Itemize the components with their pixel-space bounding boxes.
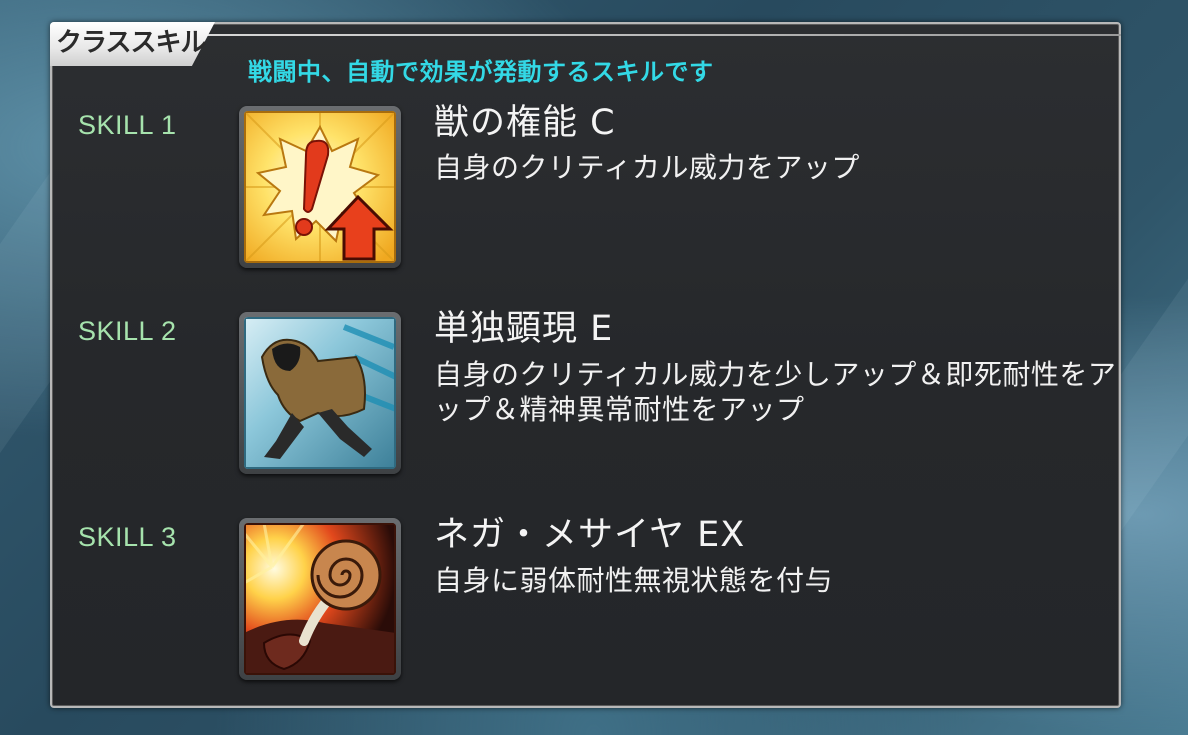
panel-subtitle: 戦闘中、自動で効果が発動するスキルです bbox=[248, 58, 714, 86]
skill-1-description: 自身のクリティカル威力をアップ bbox=[434, 151, 860, 184]
skill-2-icon-frame[interactable] bbox=[239, 312, 401, 474]
critical-up-icon bbox=[244, 111, 396, 263]
skill-3-icon-frame[interactable] bbox=[239, 518, 401, 680]
skill-2-description: 自身のクリティカル威力を少しアップ＆即死耐性をアップ＆精神異常耐性をアップ bbox=[434, 358, 1117, 426]
spiral-horn-icon bbox=[244, 523, 396, 675]
skill-3-label: SKILL 3 bbox=[78, 522, 177, 552]
skill-1-name: 獣の権能 C bbox=[434, 103, 616, 143]
skill-1-label: SKILL 1 bbox=[78, 110, 177, 140]
class-skill-tab-title: クラススキル bbox=[56, 28, 206, 58]
hooded-figure-icon bbox=[244, 317, 396, 469]
skill-1-icon-frame[interactable] bbox=[239, 106, 401, 268]
skill-2-label: SKILL 2 bbox=[78, 316, 177, 346]
skill-3-name: ネガ・メサイヤ EX bbox=[434, 515, 746, 555]
skill-2-name: 単独顕現 E bbox=[434, 309, 614, 349]
skill-3-description: 自身に弱体耐性無視状態を付与 bbox=[434, 564, 834, 597]
tab-divider bbox=[200, 34, 1121, 36]
